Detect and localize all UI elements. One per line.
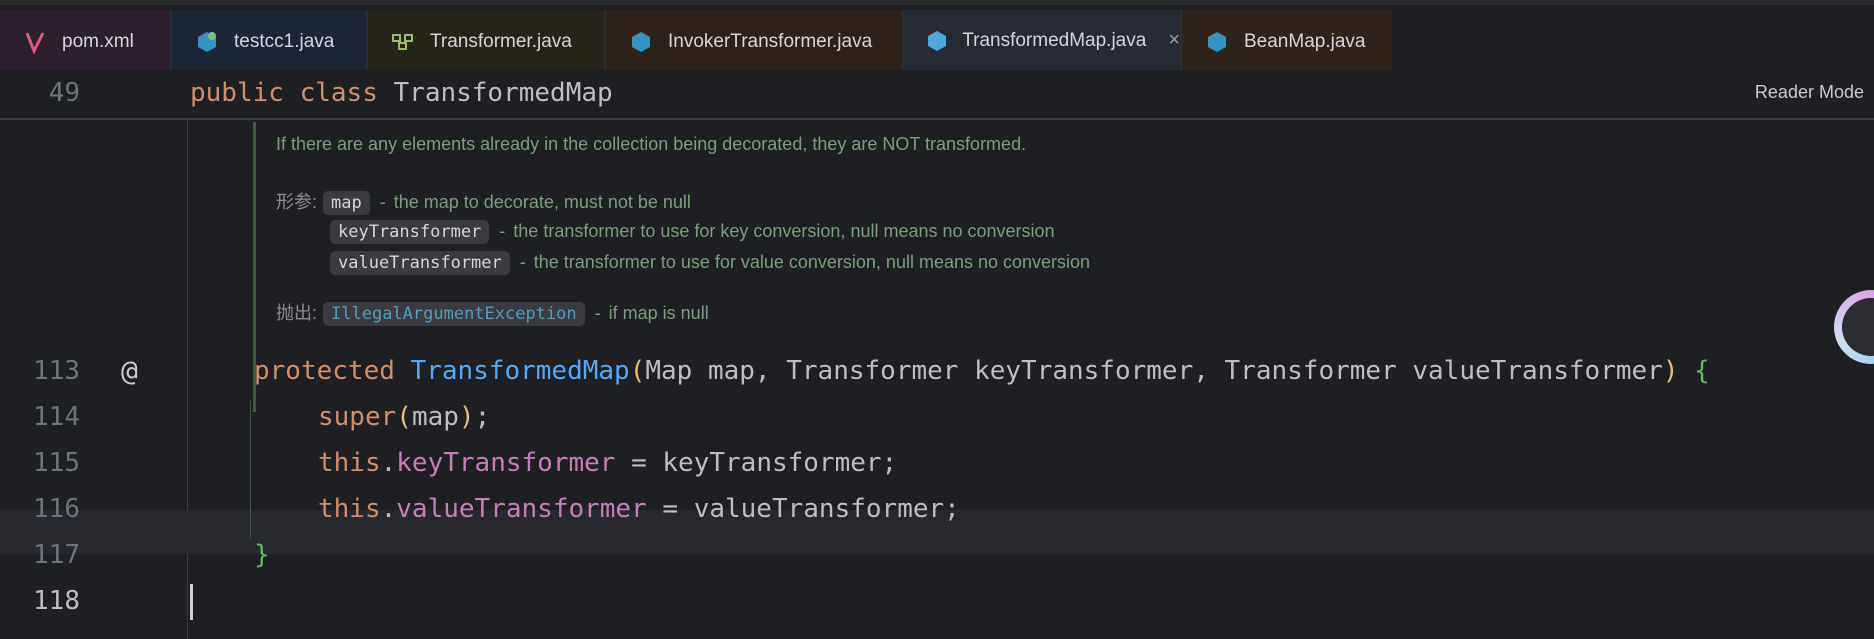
throws-label: 抛出: [276, 303, 318, 323]
param-desc: the transformer to use for key conversio… [513, 221, 1055, 241]
param-desc: the map to decorate, must not be null [393, 192, 691, 212]
sticky-header[interactable]: 49 public class TransformedMap Reader Mo… [0, 70, 1874, 120]
throws-desc: if map is null [608, 303, 709, 323]
indent-guide [250, 400, 251, 538]
sticky-code-line: public class TransformedMap [190, 78, 613, 108]
line-number: 117 [33, 540, 80, 570]
code-line-114: super(map); [318, 402, 491, 432]
tab-transformedmap-java[interactable]: TransformedMap.java × [904, 10, 1180, 74]
param-name: keyTransformer [330, 220, 490, 244]
tab-label: testcc1.java [234, 31, 335, 52]
java-class-icon [1204, 29, 1230, 55]
param-desc: the transformer to use for value convers… [533, 252, 1091, 272]
tab-beanmap-java[interactable]: BeanMap.java [1182, 10, 1392, 74]
tab-label: pom.xml [62, 31, 134, 52]
gutter-divider [187, 118, 188, 639]
line-number: 114 [33, 402, 80, 432]
doc-param-valuetransformer: valueTransformer - the transformer to use … [330, 251, 1090, 275]
close-icon[interactable]: × [1168, 29, 1180, 52]
doc-intro: If there are any elements already in the… [276, 134, 1027, 154]
reader-mode-button[interactable]: Reader Mode [1755, 82, 1864, 103]
tab-label: InvokerTransformer.java [668, 31, 873, 52]
tab-label: BeanMap.java [1244, 31, 1366, 52]
code-line-115: this.keyTransformer = keyTransformer; [318, 448, 898, 478]
tab-testcc1-java[interactable]: testcc1.java [172, 10, 366, 74]
code-line-113: protected TransformedMap(Map map, Transf… [254, 356, 1710, 386]
param-name: valueTransformer [330, 251, 510, 275]
text-caret [190, 584, 193, 620]
params-label: 形参: [276, 192, 318, 212]
line-number: 113 [33, 356, 80, 386]
param-name: map [323, 191, 370, 215]
tab-pom-xml[interactable]: pom.xml [0, 10, 170, 74]
exception-link[interactable]: IllegalArgumentException [323, 302, 585, 326]
doc-param-keytransformer: keyTransformer - the transformer to use fo… [330, 220, 1055, 244]
line-number: 118 [33, 586, 80, 616]
tab-label: Transformer.java [430, 31, 572, 52]
line-number: 115 [33, 448, 80, 478]
java-class-icon [194, 29, 220, 55]
assistant-avatar-icon[interactable] [1834, 290, 1874, 364]
tab-transformer-java[interactable]: Transformer.java [368, 10, 604, 74]
tab-label: TransformedMap.java [962, 29, 1147, 51]
maven-icon [22, 29, 48, 55]
tab-invokertransformer-java[interactable]: InvokerTransformer.java [606, 10, 902, 74]
java-class-icon [628, 29, 654, 55]
line-number: 116 [33, 494, 80, 524]
doc-throws: 抛出: IllegalArgumentException - if map is nu… [276, 302, 709, 326]
code-line-117: } [254, 540, 270, 570]
doc-param-map: 形参: map - the map to decorate, must not be … [276, 191, 691, 215]
code-line-116: this.valueTransformer = valueTransformer… [318, 494, 960, 524]
code-editor[interactable]: 49 public class TransformedMap Reader Mo… [0, 70, 1874, 639]
editor-tab-bar: pom.xml testcc1.java Transformer.java In… [0, 0, 1874, 74]
java-class-icon [926, 28, 948, 54]
override-gutter-icon[interactable]: @ [121, 354, 138, 387]
line-number: 49 [48, 78, 80, 108]
interface-icon [390, 29, 416, 55]
